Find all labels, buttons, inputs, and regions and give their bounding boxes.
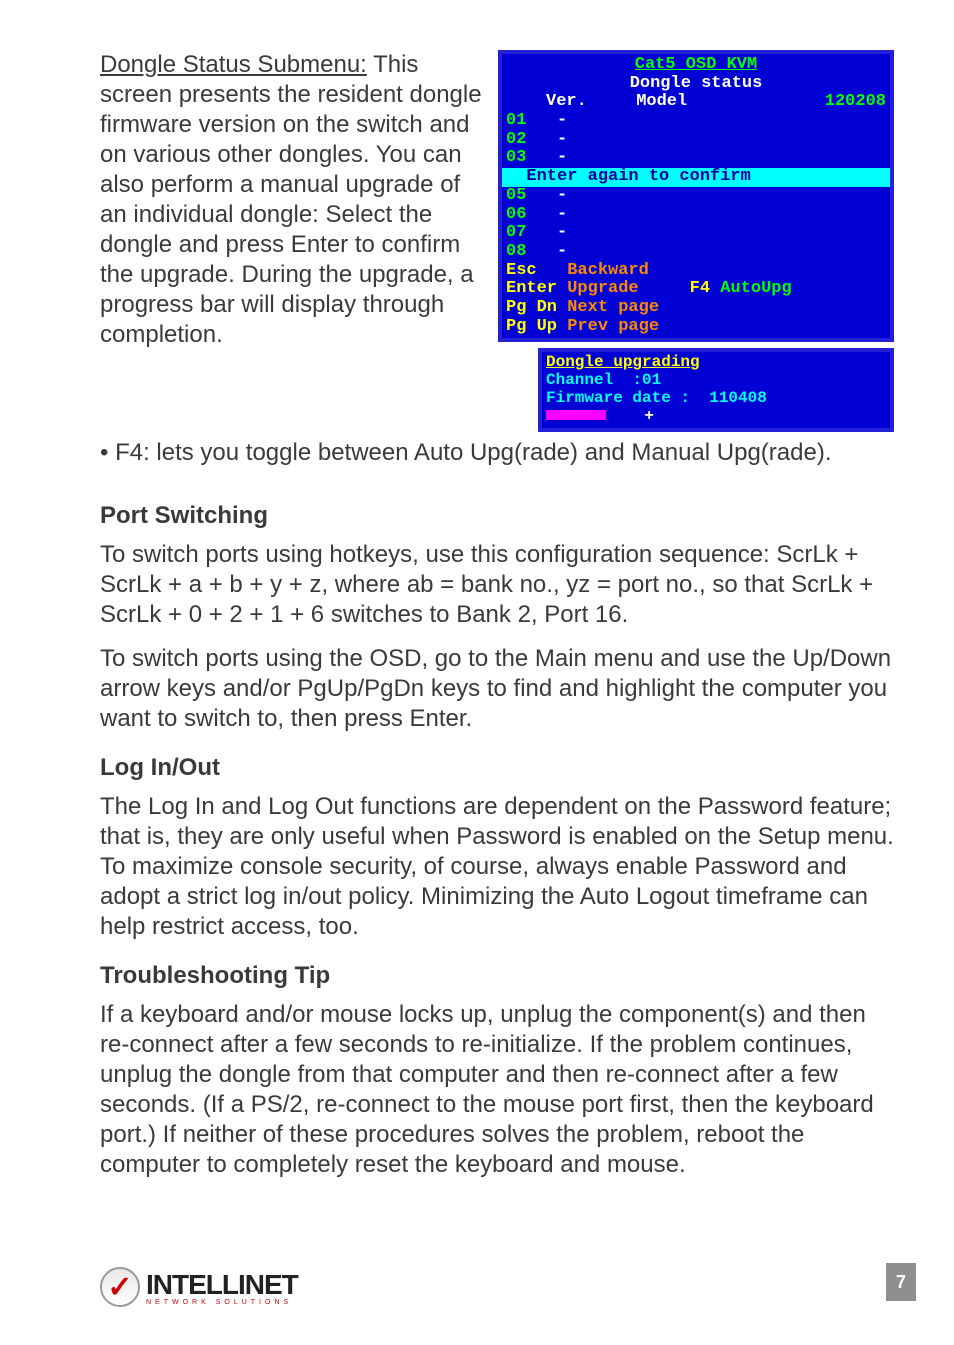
port-switching-p2: To switch ports using the OSD, go to the… xyxy=(100,644,894,734)
col-ver: Ver. xyxy=(506,93,626,112)
osd-footer-row: Pg Dn Next page xyxy=(506,299,886,318)
osd2-firmware-date: Firmware date : 110408 xyxy=(546,390,886,408)
osd-footer-row: Enter Upgrade F4 AutoUpg xyxy=(506,280,886,299)
osd-row: 01 - xyxy=(506,112,886,131)
port-switching-heading: Port Switching xyxy=(100,502,894,530)
osd-screenshot-group: Cat5 OSD KVM Dongle status Ver. Model 12… xyxy=(498,50,894,432)
page-number: 7 xyxy=(886,1263,916,1301)
osd-row: 02 - xyxy=(506,131,886,150)
troubleshooting-heading: Troubleshooting Tip xyxy=(100,962,894,990)
log-in-out-heading: Log In/Out xyxy=(100,754,894,782)
dongle-status-block: Cat5 OSD KVM Dongle status Ver. Model 12… xyxy=(100,50,894,482)
osd-dongle-status: Cat5 OSD KVM Dongle status Ver. Model 12… xyxy=(498,50,894,342)
intellinet-check-icon xyxy=(100,1267,140,1307)
osd2-title: Dongle upgrading xyxy=(546,353,700,371)
f4-bullet: • F4: lets you toggle between Auto Upg(r… xyxy=(100,438,894,468)
osd2-channel: Channel :01 xyxy=(546,372,886,390)
osd-row: 06 - xyxy=(506,206,886,225)
osd-title: Cat5 OSD KVM xyxy=(506,56,886,75)
dongle-status-heading: Dongle Status Submenu: xyxy=(100,51,367,78)
osd-upgrade-progress: Dongle upgrading Channel :01 Firmware da… xyxy=(538,348,894,431)
osd-subtitle: Dongle status xyxy=(506,75,886,94)
port-switching-p1: To switch ports using hotkeys, use this … xyxy=(100,540,894,630)
osd-row: 05 - xyxy=(506,187,886,206)
col-model: Model xyxy=(636,93,687,112)
osd2-progress: + xyxy=(546,407,886,426)
osd-row: 07 - xyxy=(506,224,886,243)
osd-row: 08 - xyxy=(506,243,886,262)
logo-brand: INTELLINET xyxy=(146,1269,298,1301)
progress-bar xyxy=(546,410,606,420)
osd-footer-row: Esc Backward xyxy=(506,262,886,281)
osd-row: 03 - xyxy=(506,149,886,168)
osd-columns: Ver. Model 120208 xyxy=(506,93,886,112)
osd-confirm-row: Enter again to confirm xyxy=(502,168,890,187)
osd-footer-row: Pg Up Prev page xyxy=(506,318,886,337)
osd-date: 120208 xyxy=(825,93,886,112)
logo-tagline: NETWORK SOLUTIONS xyxy=(146,1299,298,1306)
troubleshooting-p1: If a keyboard and/or mouse locks up, unp… xyxy=(100,1000,894,1180)
log-in-out-p1: The Log In and Log Out functions are dep… xyxy=(100,792,894,942)
footer-logo: INTELLINET NETWORK SOLUTIONS xyxy=(100,1267,400,1307)
